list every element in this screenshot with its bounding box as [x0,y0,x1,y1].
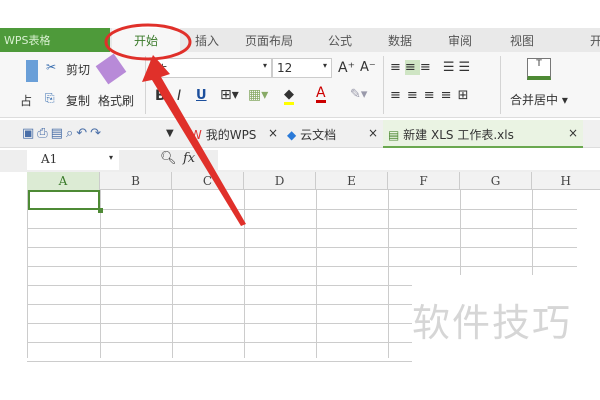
annotation-overlay [104,23,246,226]
annotation-arrow [142,55,246,226]
annotation-circle [104,23,192,61]
